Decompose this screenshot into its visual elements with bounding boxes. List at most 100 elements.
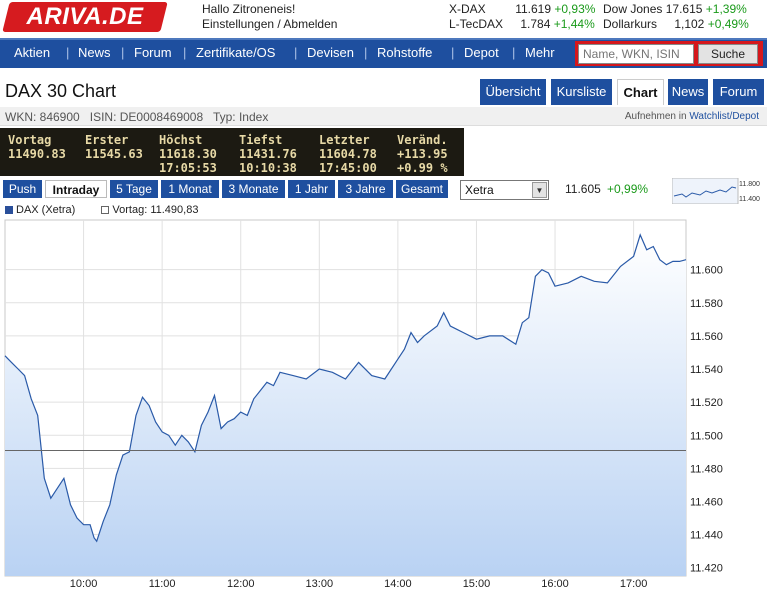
y-tick-label: 11.440 xyxy=(690,530,723,542)
board-value: 11490.83 xyxy=(8,147,66,161)
ticker-dow-jones[interactable]: Dow Jones 17.615 +1,39% xyxy=(603,2,747,16)
x-tick-label: 12:00 xyxy=(227,578,255,590)
nav-rohstoffe[interactable]: Rohstoffe xyxy=(377,45,432,60)
y-tick-label: 11.460 xyxy=(690,496,723,508)
legend-vortag: Vortag: 11.490,83 xyxy=(112,204,199,216)
period-gesamt[interactable]: Gesamt xyxy=(396,180,448,198)
y-tick-label: 11.560 xyxy=(690,331,723,343)
tab-kursliste[interactable]: Kursliste xyxy=(551,79,612,105)
period-5-tage[interactable]: 5 Tage xyxy=(110,180,158,198)
nav-separator: | xyxy=(183,45,187,60)
type: Typ: Index xyxy=(212,110,269,124)
nav-separator: | xyxy=(294,45,298,60)
tab-uebersicht[interactable]: Übersicht xyxy=(480,79,546,105)
y-tick-label: 11.540 xyxy=(690,364,723,376)
x-tick-label: 11:00 xyxy=(149,578,176,590)
ticker-value: 1.784 xyxy=(520,17,551,31)
ticker-change: +0,93% xyxy=(554,2,596,16)
chart-legend: DAX (Xetra) Vortag: 11.490,83 xyxy=(5,204,198,216)
intraday-chart[interactable]: 11.420 11.440 11.460 11.480 11.500 11.520 11.5… xyxy=(0,218,767,596)
tab-chart[interactable]: Chart xyxy=(617,79,664,105)
logout-link[interactable]: Abmelden xyxy=(283,17,337,31)
main-nav: Aktien | News | Forum | Zertifikate/OS |… xyxy=(0,38,767,68)
exchange-select[interactable]: Xetra ▼ xyxy=(460,180,549,200)
board-label: Vortag xyxy=(8,133,52,147)
nav-zertifikate[interactable]: Zertifikate/OS xyxy=(196,45,275,60)
ticker-value: 1,102 xyxy=(674,17,705,31)
board-label: Höchst xyxy=(159,133,203,147)
mini-chart-top-label: 11.800 xyxy=(739,181,760,188)
ticker-change: +1,39% xyxy=(705,2,747,16)
nav-news[interactable]: News xyxy=(78,45,111,60)
board-col-veraend: Veränd. +113.95 +0.99 % xyxy=(397,133,448,175)
nav-depot[interactable]: Depot xyxy=(464,45,499,60)
y-tick-label: 11.580 xyxy=(690,298,723,310)
watchlist-add: Aufnehmen in Watchlist/Depot xyxy=(625,111,759,122)
board-label: Letzter xyxy=(319,133,370,147)
ariva-logo[interactable]: ARIVA.DE xyxy=(2,2,168,32)
ticker-value: 11.619 xyxy=(515,2,552,16)
search-button[interactable]: Suche xyxy=(698,44,758,64)
board-col-erster: Erster 11545.63 xyxy=(85,133,143,161)
nav-forum[interactable]: Forum xyxy=(134,45,172,60)
tab-news[interactable]: News xyxy=(668,79,708,105)
ticker-name: L-TecDAX xyxy=(449,17,504,31)
mini-chart-bg xyxy=(672,178,739,204)
board-col-tiefst: Tiefst 11431.76 10:10:38 xyxy=(239,133,297,175)
x-tick-label: 16:00 xyxy=(541,578,569,590)
nav-separator: | xyxy=(121,45,125,60)
board-label: Erster xyxy=(85,133,129,147)
legend-dax: DAX (Xetra) xyxy=(16,204,76,216)
instrument-ids: WKN: 846900 ISIN: DE0008469008 Typ: Inde… xyxy=(5,110,268,124)
board-label: Veränd. xyxy=(397,133,448,147)
account-links: Einstellungen / Abmelden xyxy=(202,17,337,31)
board-value: +113.95 xyxy=(397,147,448,161)
ticker-x-dax[interactable]: X-DAX 11.619 +0,93% xyxy=(449,2,595,16)
y-tick-label: 11.500 xyxy=(690,430,723,442)
quote-board: Vortag 11490.83 Erster 11545.63 Höchst 1161… xyxy=(0,128,464,176)
nav-aktien[interactable]: Aktien xyxy=(14,45,50,60)
link-separator: / xyxy=(277,17,281,31)
watch-prefix: Aufnehmen in xyxy=(624,111,687,122)
period-3-monate[interactable]: 3 Monate xyxy=(222,180,285,198)
search-input[interactable] xyxy=(578,44,694,64)
nav-mehr[interactable]: Mehr xyxy=(525,45,555,60)
ticker-change: +0,49% xyxy=(707,17,749,31)
isin: ISIN: DE0008469008 xyxy=(89,110,204,124)
board-col-letzter: Letzter 11604.78 17:45:00 xyxy=(319,133,377,175)
y-tick-label: 11.480 xyxy=(690,463,723,475)
period-1-jahr[interactable]: 1 Jahr xyxy=(288,180,335,198)
board-time: 10:10:38 xyxy=(239,161,297,175)
ticker-value: 17.615 xyxy=(665,2,703,16)
y-tick-label: 11.520 xyxy=(690,397,723,409)
greeting: Hallo Zitroneneis! xyxy=(202,2,296,16)
instrument-info-bar: WKN: 846900 ISIN: DE0008469008 Typ: Inde… xyxy=(0,107,767,126)
ticker-name: Dollarkurs xyxy=(603,17,658,31)
period-3-jahre[interactable]: 3 Jahre xyxy=(338,180,393,198)
ticker-l-tecdax[interactable]: L-TecDAX 1.784 +1,44% xyxy=(449,17,595,31)
board-col-hoechst: Höchst 11618.30 17:05:53 xyxy=(159,133,217,175)
nav-devisen[interactable]: Devisen xyxy=(307,45,354,60)
tab-forum[interactable]: Forum xyxy=(713,79,764,105)
mini-chart[interactable]: 11.800 11.400 xyxy=(672,178,767,204)
search-box: Suche xyxy=(575,41,763,66)
legend-swatch-dax xyxy=(5,206,13,215)
ticker-name: Dow Jones xyxy=(603,2,663,16)
ticker-dollarkurs[interactable]: Dollarkurs 1,102 +0,49% xyxy=(603,17,749,31)
watchlist-depot-link[interactable]: Watchlist/Depot xyxy=(689,111,759,122)
board-value: 11431.76 xyxy=(239,147,297,161)
legend-swatch-vortag xyxy=(101,206,110,215)
board-time: 17:05:53 xyxy=(159,161,217,175)
period-intraday[interactable]: Intraday xyxy=(45,180,107,198)
header: ARIVA.DE Hallo Zitroneneis! Einstellunge… xyxy=(0,0,767,38)
page-title: DAX 30 Chart xyxy=(5,81,117,101)
board-label: Tiefst xyxy=(239,133,283,147)
x-tick-label: 17:00 xyxy=(620,578,648,590)
last-price: 11.605 xyxy=(565,182,601,196)
nav-separator: | xyxy=(451,45,455,60)
settings-link[interactable]: Einstellungen xyxy=(202,17,274,31)
x-tick-label: 10:00 xyxy=(70,578,98,590)
x-tick-label: 13:00 xyxy=(306,578,334,590)
period-push[interactable]: Push xyxy=(3,180,42,198)
period-1-monat[interactable]: 1 Monat xyxy=(161,180,219,198)
